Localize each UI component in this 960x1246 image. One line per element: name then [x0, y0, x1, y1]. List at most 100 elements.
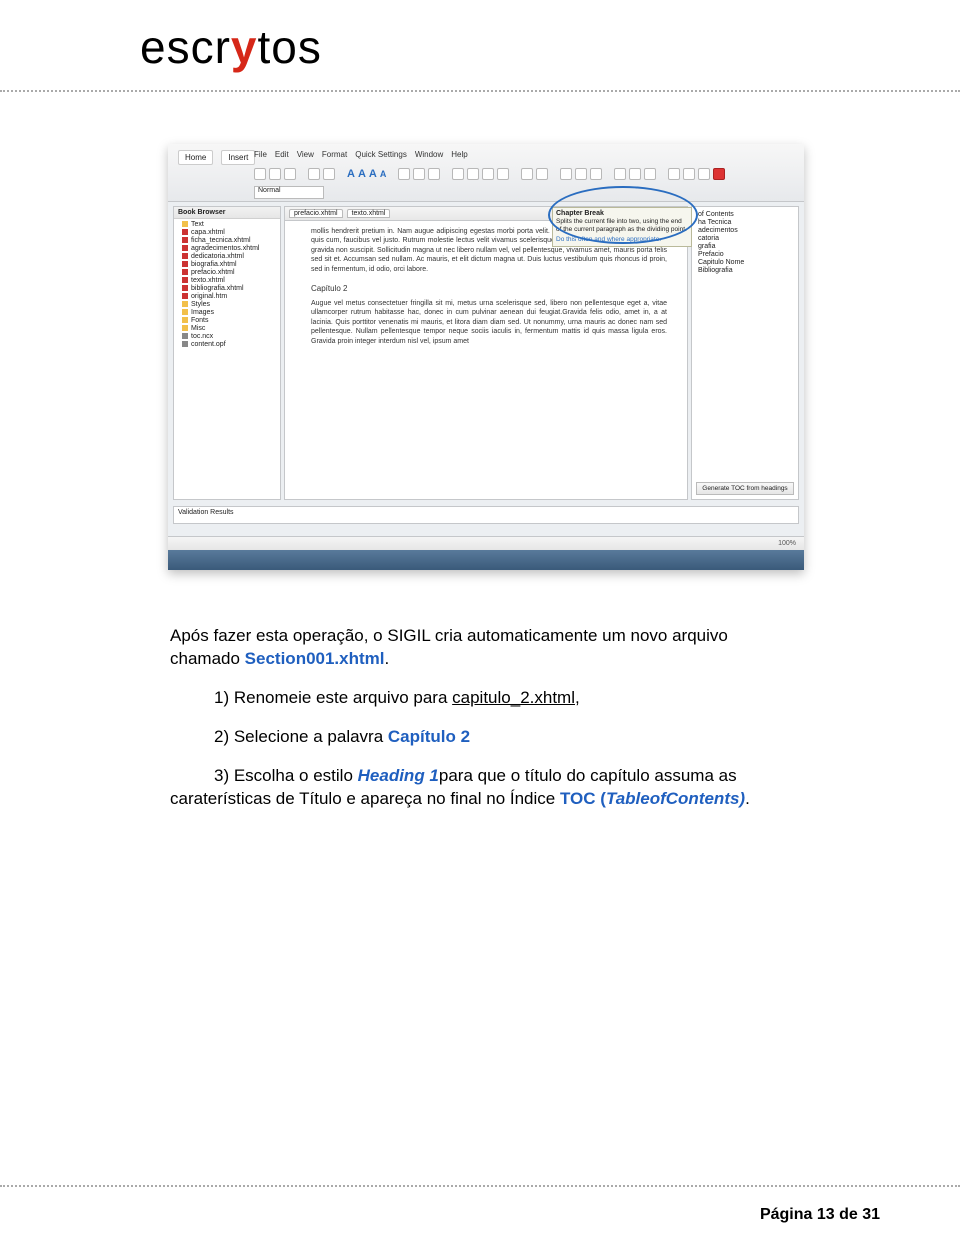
file-item[interactable]: dedicatoria.xhtml: [182, 253, 280, 261]
tooltip-footer: Do this often and where appropriate.: [556, 236, 688, 244]
toc-item[interactable]: catoria: [698, 235, 792, 243]
heading-style-a[interactable]: A: [347, 168, 355, 180]
toc-icon[interactable]: [683, 168, 695, 180]
heading-style-a2[interactable]: A: [358, 168, 366, 180]
metadata-icon[interactable]: [668, 168, 680, 180]
list-item-1: 1) Renomeie este arquivo para capitulo_2…: [170, 687, 788, 710]
toc-label: TOC (: [560, 789, 606, 808]
sigil-toolbar: A A A A: [254, 166, 774, 182]
folder-fonts[interactable]: Fonts: [182, 317, 280, 325]
menu-help[interactable]: Help: [451, 150, 467, 159]
menu-edit[interactable]: Edit: [275, 150, 289, 159]
open-icon[interactable]: [269, 168, 281, 180]
toc-panel: of Contents ha Tecnica adecimentos cator…: [691, 206, 799, 500]
heading-style-a3[interactable]: A: [369, 168, 377, 180]
generate-toc-button[interactable]: Generate TOC from headings: [696, 482, 794, 495]
editor-tab[interactable]: texto.xhtml: [347, 209, 391, 218]
zoom-level: 100%: [778, 540, 796, 547]
page-number: Página 13 de 31: [760, 1206, 880, 1224]
file-item[interactable]: bibliografia.xhtml: [182, 285, 280, 293]
sigil-menubar: File Edit View Format Quick Settings Win…: [254, 150, 468, 159]
style-highlight: Heading 1: [358, 766, 439, 785]
file-toc-ncx[interactable]: toc.ncx: [182, 333, 280, 341]
editor-paragraph: Augue vel metus consectetuer fringilla s…: [311, 299, 667, 346]
toc-item[interactable]: grafia: [698, 243, 792, 251]
document-text: Após fazer esta operação, o SIGIL cria a…: [170, 625, 788, 827]
file-item[interactable]: texto.xhtml: [182, 277, 280, 285]
toc-item[interactable]: of Contents: [698, 211, 792, 219]
toc-item[interactable]: adecimentos: [698, 227, 792, 235]
align-justify-icon[interactable]: [497, 168, 509, 180]
special-char-icon[interactable]: [644, 168, 656, 180]
toc-item[interactable]: Prefacio: [698, 251, 792, 259]
chapter-break-tooltip: Chapter Break Splits the current file in…: [552, 207, 692, 247]
paragraph-style-select[interactable]: Normal: [254, 186, 324, 199]
menu-window[interactable]: Window: [415, 150, 443, 159]
folder-styles[interactable]: Styles: [182, 301, 280, 309]
tooltip-body: Splits the current file into two, using …: [556, 218, 687, 233]
toc-item[interactable]: Bibliografia: [698, 267, 792, 275]
split-view-icon[interactable]: [575, 168, 587, 180]
undo-icon[interactable]: [308, 168, 320, 180]
filename-underline: capitulo_2.xhtml: [452, 688, 575, 707]
toc-item[interactable]: Capitulo Nome: [698, 259, 792, 267]
file-content-opf[interactable]: content.opf: [182, 341, 280, 349]
menu-format[interactable]: Format: [322, 150, 347, 159]
toc-label-italic: TableofContents): [606, 789, 745, 808]
redo-icon[interactable]: [323, 168, 335, 180]
paragraph: Após fazer esta operação, o SIGIL cria a…: [170, 625, 788, 671]
chapter-highlight: Capítulo 2: [388, 727, 470, 746]
code-view-icon[interactable]: [590, 168, 602, 180]
text: 2) Selecione a palavra: [214, 727, 388, 746]
align-right-icon[interactable]: [482, 168, 494, 180]
book-browser-title: Book Browser: [174, 207, 280, 219]
italic-icon[interactable]: [413, 168, 425, 180]
top-divider: [0, 90, 960, 92]
align-left-icon[interactable]: [452, 168, 464, 180]
menu-file[interactable]: File: [254, 150, 267, 159]
folder-text[interactable]: Text: [182, 221, 280, 229]
tooltip-title: Chapter Break: [556, 210, 688, 218]
ribbon: Home Insert File Edit View Format Quick …: [168, 144, 804, 202]
text: .: [745, 789, 750, 808]
heading-style-a4[interactable]: A: [380, 169, 387, 179]
folder-images[interactable]: Images: [182, 309, 280, 317]
insert-image-icon[interactable]: [629, 168, 641, 180]
file-item[interactable]: prefacio.xhtml: [182, 269, 280, 277]
sigil-status-bar: 100%: [168, 536, 804, 550]
windows-taskbar: [168, 550, 804, 570]
toc-item[interactable]: ha Tecnica: [698, 219, 792, 227]
underline-icon[interactable]: [428, 168, 440, 180]
file-item[interactable]: capa.xhtml: [182, 229, 280, 237]
donate-heart-icon[interactable]: [713, 168, 725, 180]
file-item[interactable]: original.htm: [182, 293, 280, 301]
editor-pane[interactable]: mollis hendrerit pretium in. Nam augue a…: [284, 220, 688, 500]
new-icon[interactable]: [254, 168, 266, 180]
menu-view[interactable]: View: [297, 150, 314, 159]
ribbon-tab-home[interactable]: Home: [178, 150, 213, 165]
file-item[interactable]: biografia.xhtml: [182, 261, 280, 269]
embedded-screenshot: Home Insert File Edit View Format Quick …: [168, 144, 804, 570]
validate-icon[interactable]: [698, 168, 710, 180]
bold-icon[interactable]: [398, 168, 410, 180]
folder-misc[interactable]: Misc: [182, 325, 280, 333]
save-icon[interactable]: [284, 168, 296, 180]
file-item[interactable]: ficha_tecnica.xhtml: [182, 237, 280, 245]
text: 3) Escolha o estilo: [170, 766, 358, 785]
style-row: Normal: [254, 184, 774, 200]
brand-logo: escrytos: [140, 20, 322, 74]
book-view-icon[interactable]: [560, 168, 572, 180]
word-ribbon-tabs: Home Insert: [178, 150, 255, 165]
list-ol-icon[interactable]: [536, 168, 548, 180]
file-item[interactable]: agradecimentos.xhtml: [182, 245, 280, 253]
align-center-icon[interactable]: [467, 168, 479, 180]
chapter-break-icon[interactable]: [614, 168, 626, 180]
editor-tab[interactable]: prefacio.xhtml: [289, 209, 343, 218]
bottom-divider: [0, 1185, 960, 1187]
list-item-2: 2) Selecione a palavra Capítulo 2: [170, 726, 788, 749]
validation-results-panel: Validation Results: [173, 506, 799, 524]
ribbon-tab-insert[interactable]: Insert: [221, 150, 255, 165]
menu-quick-settings[interactable]: Quick Settings: [355, 150, 407, 159]
filename-highlight: Section001.xhtml: [245, 649, 385, 668]
list-ul-icon[interactable]: [521, 168, 533, 180]
